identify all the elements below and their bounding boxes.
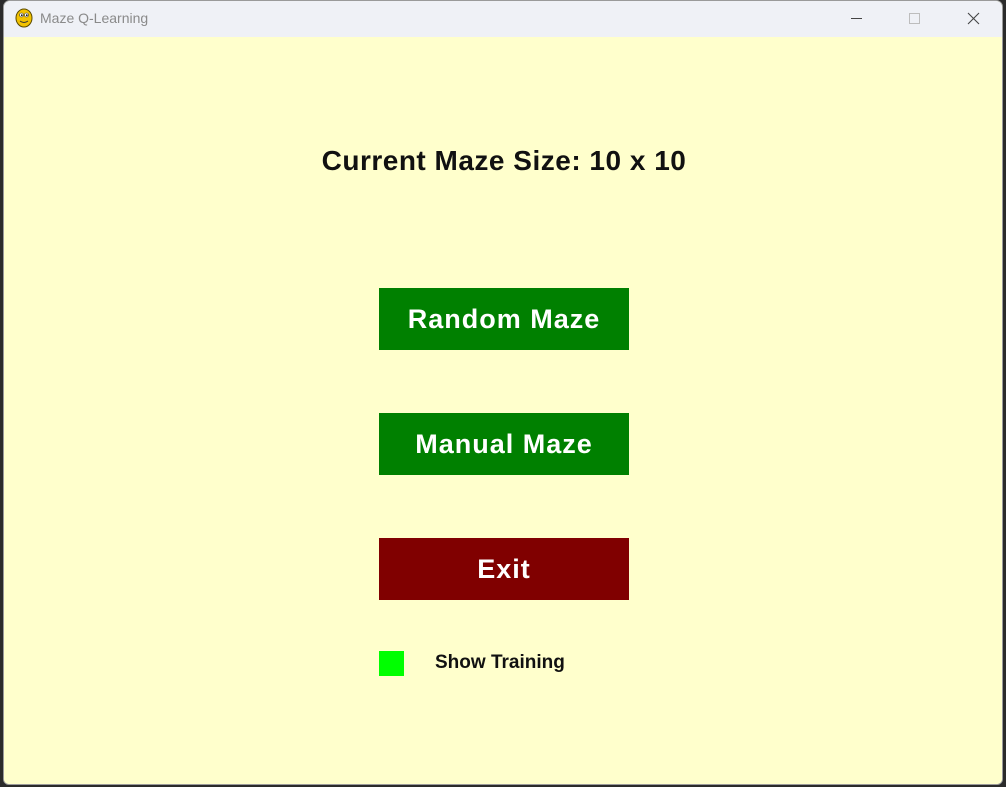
maximize-button[interactable]	[885, 1, 943, 37]
manual-maze-label: Manual Maze	[415, 428, 593, 459]
python-snake-icon	[14, 8, 34, 28]
minimize-button[interactable]	[827, 1, 885, 37]
close-icon	[967, 12, 980, 25]
exit-button[interactable]: Exit	[379, 538, 629, 600]
show-training-label: Show Training	[435, 652, 565, 673]
menu-canvas: Current Maze Size: 10 x 10 Random Maze M…	[4, 37, 1002, 784]
maximize-icon	[909, 13, 920, 24]
title-bar[interactable]: Maze Q-Learning	[4, 1, 1002, 37]
manual-maze-button[interactable]: Manual Maze	[379, 413, 629, 475]
app-window: Maze Q-Learning Current Maze Size: 10 x …	[3, 0, 1003, 785]
random-maze-button[interactable]: Random Maze	[379, 288, 629, 350]
window-title: Maze Q-Learning	[40, 10, 149, 26]
random-maze-label: Random Maze	[407, 303, 601, 334]
exit-label: Exit	[477, 553, 531, 584]
show-training-checkbox[interactable]	[379, 651, 404, 676]
minimize-icon	[851, 18, 862, 19]
maze-size-heading: Current Maze Size: 10 x 10	[321, 145, 687, 176]
close-button[interactable]	[943, 1, 1001, 37]
